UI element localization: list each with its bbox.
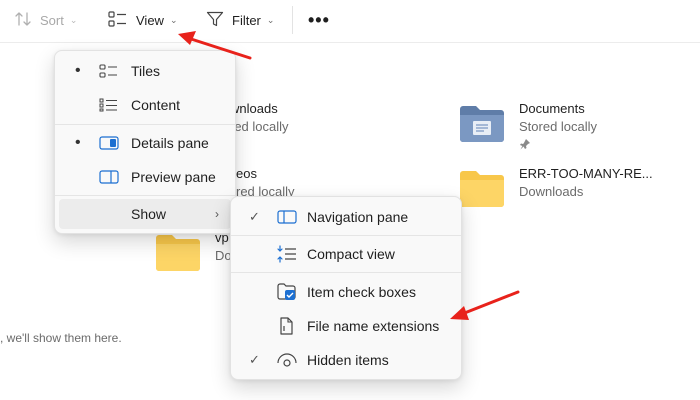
chevron-right-icon: ›	[215, 207, 219, 221]
menu-item-navigation-pane[interactable]: ✓ Navigation pane	[235, 202, 457, 232]
file-status: Downloads	[519, 184, 584, 199]
file-name: eos	[236, 166, 257, 181]
view-label: View	[136, 12, 164, 28]
menu-item-compact-view[interactable]: Compact view	[235, 239, 457, 269]
selected-bullet-icon: •	[75, 62, 81, 79]
more-label: •••	[308, 9, 330, 30]
empty-section-hint: , we'll show them here.	[0, 331, 122, 345]
filter-label: Filter	[232, 12, 261, 28]
file-item-err-too-many[interactable]: ERR-TOO-MANY-RE... Downloads	[519, 166, 653, 199]
menu-item-label: Content	[131, 97, 181, 113]
menu-item-label: Item check boxes	[307, 284, 416, 300]
file-item-downloads[interactable]: wnloads red locally	[230, 101, 289, 134]
menu-item-label: Show	[131, 206, 167, 222]
chevron-down-icon: ⌄	[169, 14, 178, 25]
menu-item-label: Hidden items	[307, 352, 389, 368]
chevron-down-icon: ⌄	[69, 14, 78, 25]
menu-item-label: Details pane	[131, 135, 209, 151]
filter-button[interactable]: Filter ⌄	[206, 0, 274, 40]
menu-item-tiles[interactable]: • Tiles	[59, 56, 231, 86]
file-name-extensions-icon	[277, 317, 297, 338]
menu-item-details-pane[interactable]: • Details pane	[59, 128, 231, 158]
file-item-videos[interactable]: eos red locally	[236, 166, 295, 199]
file-status: red locally	[230, 119, 289, 134]
menu-item-label: Preview pane	[131, 169, 216, 185]
file-name: Documents	[519, 101, 585, 116]
menu-item-hidden-items[interactable]: ✓ Hidden items	[235, 345, 457, 375]
pin-icon	[519, 138, 597, 153]
toolbar-divider	[292, 6, 293, 34]
show-submenu: ✓ Navigation pane Compact view Item chec…	[230, 196, 462, 380]
filter-icon	[206, 11, 224, 30]
checkmark-icon: ✓	[249, 209, 260, 224]
view-menu: • Tiles Content • Details pane Preview p…	[54, 50, 236, 234]
menu-item-file-name-extensions[interactable]: File name extensions	[235, 311, 457, 341]
hidden-items-icon	[277, 353, 297, 370]
sort-button[interactable]: Sort ⌄	[14, 0, 77, 40]
menu-divider	[55, 195, 235, 196]
item-check-boxes-icon	[277, 283, 297, 304]
menu-divider	[55, 124, 235, 125]
menu-item-item-check-boxes[interactable]: Item check boxes	[235, 277, 457, 307]
sort-icon	[14, 11, 32, 30]
command-bar: Sort ⌄ View ⌄ Filter ⌄ •••	[0, 0, 700, 43]
file-item-documents[interactable]: Documents Stored locally	[519, 101, 597, 153]
checkmark-icon: ✓	[249, 352, 260, 367]
preview-pane-icon	[99, 170, 119, 187]
chevron-down-icon: ⌄	[266, 14, 275, 25]
selected-bullet-icon: •	[75, 134, 81, 151]
content-icon	[99, 98, 119, 115]
menu-item-label: Compact view	[307, 246, 395, 262]
menu-item-label: File name extensions	[307, 318, 440, 334]
folder-icon[interactable]	[154, 232, 202, 277]
menu-item-label: Tiles	[131, 63, 161, 79]
more-options-button[interactable]: •••	[308, 0, 330, 40]
file-status: Stored locally	[519, 119, 598, 134]
compact-view-icon	[277, 245, 297, 266]
menu-divider	[231, 272, 461, 273]
menu-item-content[interactable]: Content	[59, 90, 231, 120]
view-icon	[108, 10, 128, 30]
tiles-icon	[99, 64, 119, 81]
sort-label: Sort	[40, 12, 64, 28]
menu-item-show[interactable]: Show ›	[59, 199, 231, 229]
menu-divider	[231, 235, 461, 236]
menu-item-label: Navigation pane	[307, 209, 409, 225]
menu-item-preview-pane[interactable]: Preview pane	[59, 162, 231, 192]
documents-folder-icon[interactable]	[458, 103, 506, 148]
folder-icon[interactable]	[458, 168, 506, 213]
file-name: wnloads	[230, 101, 278, 116]
details-pane-icon	[99, 136, 119, 153]
view-button[interactable]: View ⌄	[108, 0, 178, 40]
navigation-pane-icon	[277, 210, 297, 227]
file-name: ERR-TOO-MANY-RE...	[519, 166, 653, 181]
